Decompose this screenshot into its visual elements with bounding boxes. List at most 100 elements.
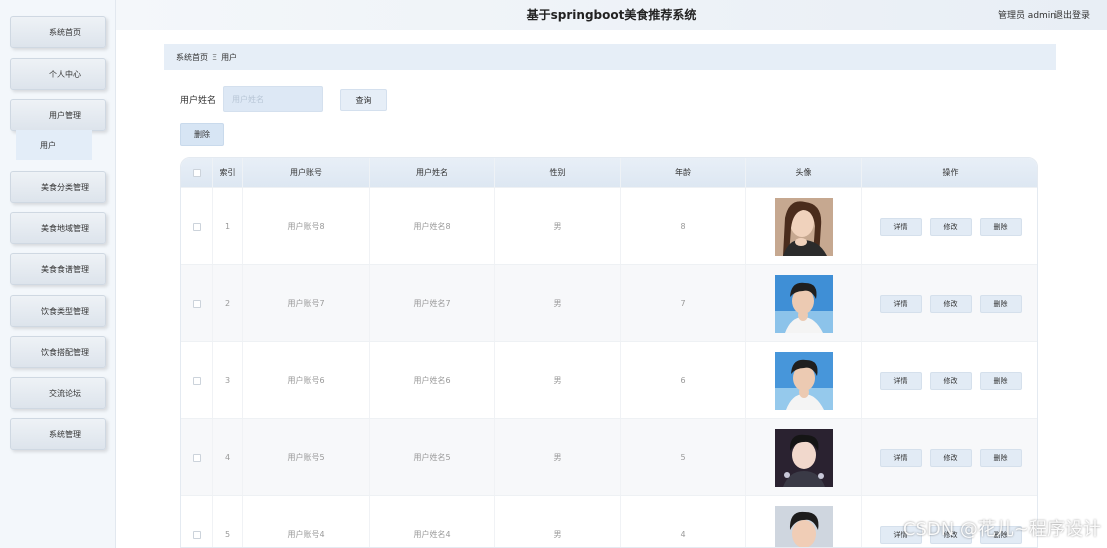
table-row: 3 用户账号6 用户姓名6 男 6 详情 修改 删除 <box>181 341 1037 419</box>
edit-button[interactable]: 修改 <box>929 448 972 467</box>
cell-gender: 男 <box>495 188 621 265</box>
detail-button[interactable]: 详情 <box>879 294 922 313</box>
cell-actions: 详情 修改 删除 <box>862 419 1037 496</box>
sidebar: 系统首页 个人中心 用户管理 用户 美食分类管理 美食地域管理 美食食谱管理 饮… <box>0 0 116 548</box>
cell-actions: 详情 修改 删除 <box>862 188 1037 265</box>
avatar-image <box>774 274 833 333</box>
sidebar-item-forum[interactable]: 交流论坛 <box>10 377 106 409</box>
delete-button[interactable]: 删除 <box>979 371 1022 390</box>
cell-account: 用户账号6 <box>243 342 370 419</box>
user-table: 索引 用户账号 用户姓名 性别 年龄 头像 操作 1 用户账号8 用户姓名8 男… <box>180 157 1038 548</box>
cell-name: 用户姓名8 <box>370 188 495 265</box>
edit-button[interactable]: 修改 <box>929 217 972 236</box>
row-checkbox-cell <box>181 265 213 342</box>
breadcrumb-separator: Ξ <box>212 52 218 62</box>
cell-gender: 男 <box>495 342 621 419</box>
delete-button[interactable]: 删除 <box>979 217 1022 236</box>
cell-name: 用户姓名6 <box>370 342 495 419</box>
sidebar-item-home[interactable]: 系统首页 <box>10 16 106 48</box>
top-header: 基于springboot美食推荐系统 管理员 admin 退出登录 <box>116 0 1107 30</box>
cell-age: 6 <box>621 342 746 419</box>
search-input[interactable] <box>223 86 323 112</box>
row-checkbox[interactable] <box>192 530 201 539</box>
sidebar-item-food-region[interactable]: 美食地域管理 <box>10 212 106 244</box>
header-age: 年龄 <box>621 158 746 187</box>
cell-avatar <box>746 342 862 419</box>
detail-button[interactable]: 详情 <box>879 448 922 467</box>
sidebar-item-diet-type[interactable]: 饮食类型管理 <box>10 295 106 327</box>
cell-gender: 男 <box>495 496 621 547</box>
table-header: 索引 用户账号 用户姓名 性别 年龄 头像 操作 <box>181 158 1037 187</box>
cell-name: 用户姓名4 <box>370 496 495 547</box>
row-checkbox-cell <box>181 342 213 419</box>
search-label: 用户姓名 <box>180 96 217 106</box>
current-user: 管理员 admin <box>997 11 1056 21</box>
header-actions: 操作 <box>942 168 959 177</box>
logout-link[interactable]: 退出登录 <box>1054 8 1090 21</box>
sidebar-item-food-category[interactable]: 美食分类管理 <box>10 171 106 203</box>
table-row: 1 用户账号8 用户姓名8 男 8 详情 修改 删除 <box>181 187 1037 265</box>
cell-account: 用户账号5 <box>243 419 370 496</box>
sidebar-subitem-user[interactable]: 用户 <box>16 130 92 160</box>
sidebar-item-diet-pairing[interactable]: 饮食搭配管理 <box>10 336 106 368</box>
row-checkbox[interactable] <box>192 376 201 385</box>
avatar-image <box>774 505 833 547</box>
batch-delete-button[interactable]: 删除 <box>180 123 224 146</box>
breadcrumb-home[interactable]: 系统首页 <box>176 52 208 63</box>
sidebar-item-system[interactable]: 系统管理 <box>10 418 106 450</box>
row-checkbox[interactable] <box>192 299 201 308</box>
header-gender: 性别 <box>495 158 621 187</box>
cell-actions: 详情 修改 删除 <box>862 265 1037 342</box>
cell-age: 8 <box>621 188 746 265</box>
cell-avatar <box>746 419 862 496</box>
cell-index: 5 <box>213 496 243 547</box>
edit-button[interactable]: 修改 <box>929 371 972 390</box>
select-all-checkbox[interactable] <box>192 168 201 177</box>
watermark: CSDN @花儿~程序设计 <box>902 519 1101 540</box>
cell-index: 1 <box>213 188 243 265</box>
cell-account: 用户账号4 <box>243 496 370 547</box>
header-name: 用户姓名 <box>370 158 495 187</box>
cell-gender: 男 <box>495 265 621 342</box>
breadcrumb-current: 用户 <box>221 52 238 62</box>
header-index: 索引 <box>213 158 243 187</box>
cell-index: 2 <box>213 265 243 342</box>
cell-name: 用户姓名5 <box>370 419 495 496</box>
cell-gender: 男 <box>495 419 621 496</box>
row-checkbox-cell <box>181 496 213 547</box>
detail-button[interactable]: 详情 <box>879 371 922 390</box>
header-avatar: 头像 <box>746 158 862 187</box>
detail-button[interactable]: 详情 <box>879 217 922 236</box>
cell-account: 用户账号7 <box>243 265 370 342</box>
row-checkbox[interactable] <box>192 222 201 231</box>
sidebar-item-personal-center[interactable]: 个人中心 <box>10 58 106 90</box>
delete-button[interactable]: 删除 <box>979 448 1022 467</box>
header-account: 用户账号 <box>243 158 370 187</box>
row-checkbox-cell <box>181 419 213 496</box>
header-checkbox-cell <box>181 158 213 187</box>
cell-name: 用户姓名7 <box>370 265 495 342</box>
sidebar-item-food-recipe[interactable]: 美食食谱管理 <box>10 253 106 285</box>
table-row: 4 用户账号5 用户姓名5 男 5 详情 修改 删除 <box>181 418 1037 496</box>
cell-age: 4 <box>621 496 746 547</box>
query-button[interactable]: 查询 <box>340 89 387 111</box>
edit-button[interactable]: 修改 <box>929 294 972 313</box>
avatar-image <box>774 351 833 410</box>
cell-age: 5 <box>621 419 746 496</box>
avatar-image <box>774 197 833 256</box>
cell-avatar <box>746 265 862 342</box>
table-row: 2 用户账号7 用户姓名7 男 7 详情 修改 删除 <box>181 264 1037 342</box>
cell-avatar <box>746 496 862 547</box>
cell-avatar <box>746 188 862 265</box>
breadcrumb: 系统首页 Ξ 用户 <box>164 44 1056 70</box>
cell-account: 用户账号8 <box>243 188 370 265</box>
app-title: 基于springboot美食推荐系统 <box>526 8 697 22</box>
avatar-image <box>774 428 833 487</box>
sidebar-item-user-management[interactable]: 用户管理 <box>10 99 106 131</box>
cell-actions: 详情 修改 删除 <box>862 342 1037 419</box>
row-checkbox-cell <box>181 188 213 265</box>
delete-button[interactable]: 删除 <box>979 294 1022 313</box>
row-checkbox[interactable] <box>192 453 201 462</box>
cell-index: 4 <box>213 419 243 496</box>
cell-index: 3 <box>213 342 243 419</box>
